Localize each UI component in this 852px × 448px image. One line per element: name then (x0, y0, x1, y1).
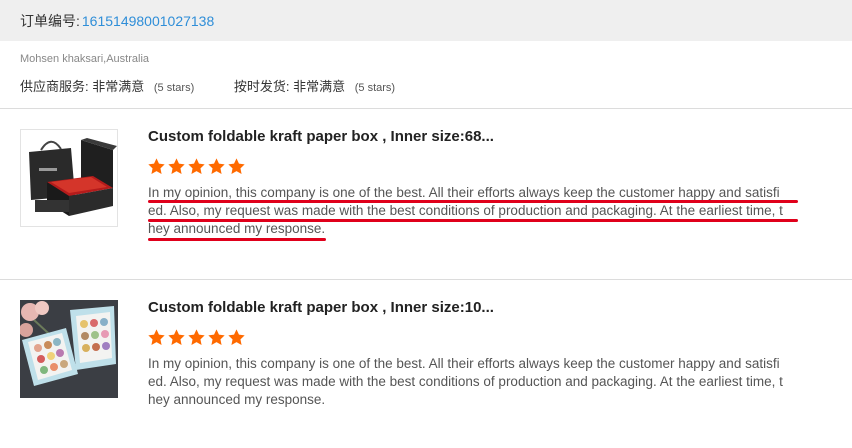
underline-annotation (148, 219, 798, 222)
rating-value: 非常满意 (293, 79, 346, 94)
review-line: ed. Also, my request was made with the b… (148, 203, 783, 218)
review-line: ed. Also, my request was made with the b… (148, 374, 783, 389)
product-image-chocolate-box (20, 300, 118, 398)
star-icon (227, 157, 246, 176)
order-number-row: 订单编号: 16151498001027138 (20, 11, 214, 31)
product-thumbnail[interactable] (20, 129, 118, 227)
star-icon (147, 328, 166, 347)
rating-stars-note: (5 stars) (354, 82, 396, 94)
review-star-rating (147, 328, 246, 347)
review-text: In my opinion, this company is one of th… (148, 184, 796, 238)
review-star-rating (147, 157, 246, 176)
star-icon (167, 157, 186, 176)
buyer-name-location: Mohsen khaksari,Australia (20, 53, 150, 65)
divider (0, 108, 852, 109)
rating-on-time-delivery: 按时发货: 非常满意 (5 stars) (234, 76, 395, 95)
rating-label: 供应商服务: (20, 79, 89, 94)
product-thumbnail[interactable] (20, 300, 118, 398)
product-title-link[interactable]: Custom foldable kraft paper box , Inner … (148, 299, 494, 316)
seller-ratings: 供应商服务: 非常满意 (5 stars) 按时发货: 非常满意 (5 star… (20, 76, 395, 95)
star-icon (227, 328, 246, 347)
product-image-gift-box (21, 130, 117, 226)
rating-label: 按时发货: (233, 79, 290, 94)
star-icon (187, 157, 206, 176)
rating-value: 非常满意 (92, 79, 145, 94)
review-line: hey announced my response. (148, 392, 326, 407)
star-icon (147, 157, 166, 176)
divider (0, 279, 852, 280)
rating-supplier-service: 供应商服务: 非常满意 (5 stars) (20, 76, 194, 95)
underline-annotation (148, 200, 798, 203)
rating-stars-note: (5 stars) (153, 82, 195, 94)
star-icon (207, 328, 226, 347)
order-number-link[interactable]: 16151498001027138 (82, 13, 214, 29)
product-title-link[interactable]: Custom foldable kraft paper box , Inner … (148, 128, 494, 145)
order-number-label: 订单编号: (20, 13, 80, 29)
underline-annotation (148, 238, 326, 241)
review-text: In my opinion, this company is one of th… (148, 355, 796, 409)
star-icon (207, 157, 226, 176)
review-line: hey announced my response. (148, 221, 326, 236)
review-line: In my opinion, this company is one of th… (148, 356, 780, 371)
star-icon (187, 328, 206, 347)
star-icon (167, 328, 186, 347)
order-header: 订单编号: 16151498001027138 (0, 0, 852, 41)
